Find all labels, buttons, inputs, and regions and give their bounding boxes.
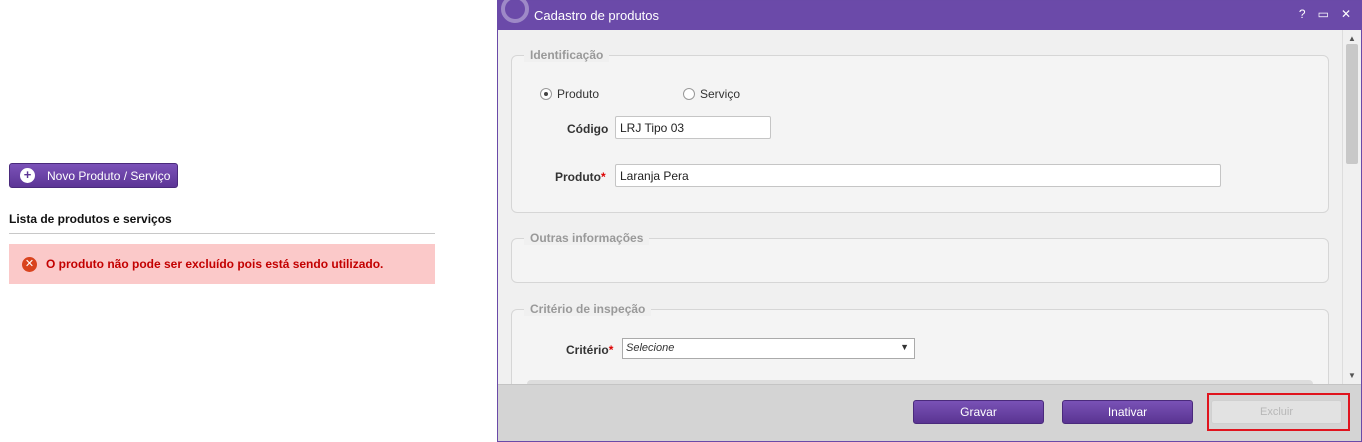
radio-dot-unchecked [683,88,695,100]
group-legend: Outras informações [524,231,650,245]
list-title: Lista de produtos e serviços [9,212,172,226]
radio-produto-label: Produto [557,87,600,101]
radio-dot-checked [540,88,552,100]
criterio-select[interactable]: Selecione ▼ [622,338,915,359]
group-criterio-inspecao: Critério de inspeção Critério* Selecione… [511,302,1329,384]
product-list-panel [0,150,496,442]
list-divider [9,233,435,234]
codigo-label: Código [567,122,609,136]
error-alert: ✕ O produto não pode ser excluído pois e… [9,244,435,284]
dialog-scrollbar[interactable]: ▲ ▼ [1342,30,1361,384]
plus-icon: + [20,168,35,183]
close-icon[interactable]: ✕ [1341,7,1351,21]
criterio-label: Critério* [566,343,613,357]
group-identificacao: Identificação Produto Serviço Código LRJ… [511,48,1329,213]
group-legend: Critério de inspeção [524,302,652,316]
gravar-button[interactable]: Gravar [913,400,1044,424]
dialog-title-bar[interactable]: Cadastro de produtos ? ▭ ✕ [498,0,1361,30]
new-product-button[interactable]: + Novo Produto / Serviço [9,163,178,188]
produto-field[interactable]: Laranja Pera [615,164,1221,187]
error-icon: ✕ [22,256,37,272]
radio-servico-label: Serviço [700,87,741,101]
criterio-select-value: Selecione [626,342,675,354]
radio-servico[interactable]: Serviço [683,87,740,101]
help-icon[interactable]: ? [1299,7,1306,21]
maximize-icon[interactable]: ▭ [1318,7,1329,21]
scroll-up-icon[interactable]: ▲ [1348,34,1356,43]
criterio-label-text: Critério [566,343,609,357]
group-legend: Identificação [524,48,610,62]
error-message: O produto não pode ser excluído pois est… [46,257,384,271]
required-marker: * [608,343,614,357]
excluir-highlight-box [1207,393,1350,431]
radio-produto[interactable]: Produto [540,87,599,101]
inativar-button[interactable]: Inativar [1062,400,1193,424]
group-outras-informacoes: Outras informações [511,231,1329,283]
scrollbar-thumb[interactable] [1346,44,1358,164]
dialog-body: Identificação Produto Serviço Código LRJ… [498,30,1361,384]
required-marker: * [601,170,606,184]
codigo-field[interactable]: LRJ Tipo 03 [615,116,771,139]
app-logo-icon [501,0,529,23]
chevron-down-icon: ▼ [900,342,909,352]
product-dialog: Cadastro de produtos ? ▭ ✕ Identificação… [497,0,1362,442]
new-product-label: Novo Produto / Serviço [47,168,171,183]
produto-label: Produto* [555,170,606,184]
scroll-down-icon[interactable]: ▼ [1348,371,1356,380]
produto-label-text: Produto [555,170,601,184]
dialog-title: Cadastro de produtos [534,8,660,23]
